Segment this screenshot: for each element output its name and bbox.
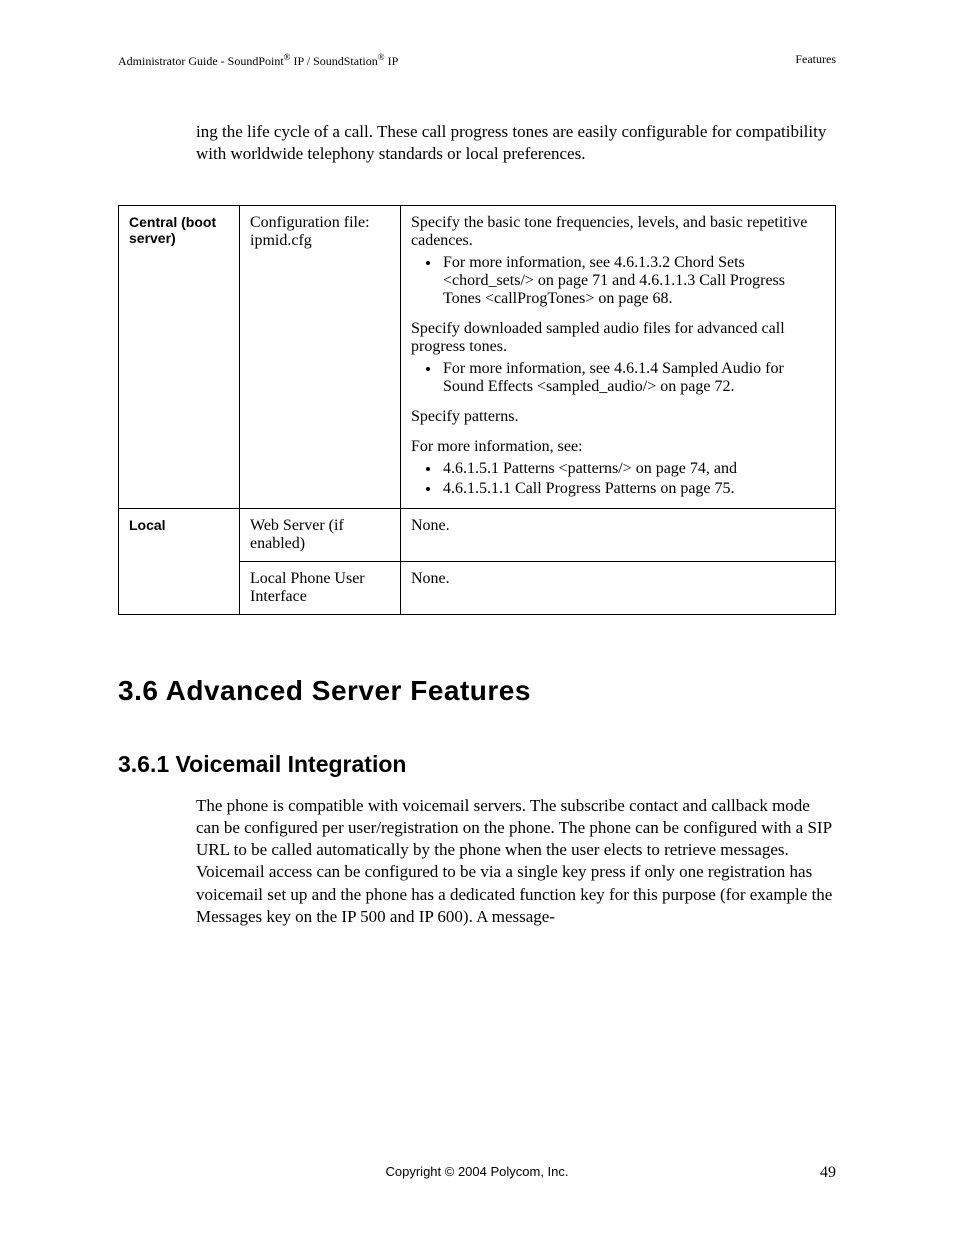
list-item: For more information, see 4.6.1.3.2 Chor… — [441, 254, 825, 308]
cell-source: Local Phone User Interface — [240, 562, 401, 615]
header-left-mid: IP / SoundStation — [291, 54, 378, 68]
block-text: Specify downloaded sampled audio files f… — [411, 320, 825, 356]
list-item: For more information, see 4.6.1.4 Sample… — [441, 360, 825, 396]
header-left-prefix: Administrator Guide - SoundPoint — [118, 54, 284, 68]
header-right: Features — [795, 52, 836, 69]
table-row: Local Web Server (if enabled) None. — [119, 509, 836, 562]
cell-source: Web Server (if enabled) — [240, 509, 401, 562]
cell-location-local: Local — [119, 509, 240, 615]
intro-paragraph: ing the life cycle of a call. These call… — [196, 121, 836, 165]
header-left: Administrator Guide - SoundPoint® IP / S… — [118, 52, 398, 69]
page-footer: Copyright © 2004 Polycom, Inc. 49 — [118, 1164, 836, 1179]
list-item: 4.6.1.5.1.1 Call Progress Patterns on pa… — [441, 480, 825, 498]
header-left-suffix: IP — [385, 54, 399, 68]
page-header: Administrator Guide - SoundPoint® IP / S… — [118, 52, 836, 69]
cell-detail: None. — [401, 562, 836, 615]
page-number: 49 — [820, 1164, 836, 1182]
registered-icon: ® — [378, 52, 385, 62]
subsection-heading: 3.6.1 Voicemail Integration — [118, 751, 836, 778]
block-text: Specify the basic tone frequencies, leve… — [411, 214, 825, 250]
registered-icon: ® — [284, 52, 291, 62]
cell-source: Configuration file: ipmid.cfg — [240, 206, 401, 509]
body-paragraph: The phone is compatible with voicemail s… — [196, 795, 836, 928]
copyright-text: Copyright © 2004 Polycom, Inc. — [386, 1164, 569, 1179]
cell-detail: Specify the basic tone frequencies, leve… — [401, 206, 836, 509]
cell-location-central: Central (boot server) — [119, 206, 240, 509]
block-text: Specify patterns. — [411, 408, 825, 426]
section-heading: 3.6 Advanced Server Features — [118, 675, 836, 707]
cell-detail: None. — [401, 509, 836, 562]
config-table: Central (boot server) Configuration file… — [118, 205, 836, 615]
list-item: 4.6.1.5.1 Patterns <patterns/> on page 7… — [441, 460, 825, 478]
block-text: For more information, see: — [411, 438, 825, 456]
table-row: Central (boot server) Configuration file… — [119, 206, 836, 509]
